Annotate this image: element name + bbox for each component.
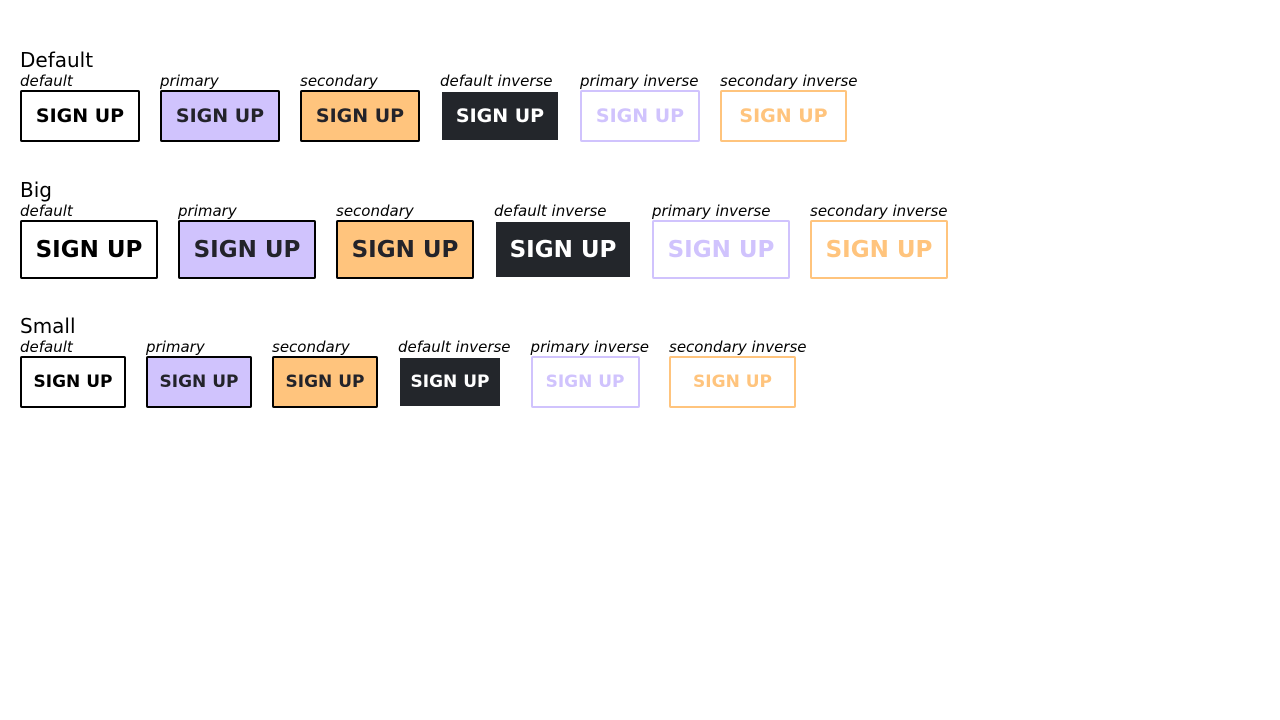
sign-up-button-primary-inverse[interactable]: SIGN UP	[652, 220, 790, 279]
variant-default: default SIGN UP	[20, 202, 158, 279]
variant-label: secondary	[336, 202, 414, 220]
section-small: Small default SIGN UP primary SIGN UP se…	[20, 314, 807, 408]
sign-up-button-default[interactable]: SIGN UP	[20, 90, 140, 142]
variant-secondary: secondary SIGN UP	[272, 338, 378, 408]
sign-up-button-secondary[interactable]: SIGN UP	[272, 356, 378, 408]
variant-primary-inverse: primary inverse SIGN UP	[530, 338, 650, 408]
sign-up-button-primary[interactable]: SIGN UP	[146, 356, 252, 408]
variant-label: default inverse	[398, 338, 511, 356]
variant-label: secondary inverse	[669, 338, 807, 356]
variant-primary: primary SIGN UP	[146, 338, 252, 408]
variant-label: secondary	[272, 338, 350, 356]
variant-secondary-inverse: secondary inverse SIGN UP	[720, 72, 858, 142]
variant-label: default	[20, 338, 73, 356]
variant-label: default	[20, 202, 73, 220]
variant-default-inverse: default inverse SIGN UP	[398, 338, 511, 408]
variant-label: secondary inverse	[810, 202, 948, 220]
variant-label: primary inverse	[580, 72, 699, 90]
variant-label: primary inverse	[530, 338, 650, 356]
variant-primary: primary SIGN UP	[178, 202, 316, 279]
variant-secondary: secondary SIGN UP	[300, 72, 420, 142]
sign-up-button-secondary-inverse[interactable]: SIGN UP	[810, 220, 948, 279]
variant-default-inverse: default inverse SIGN UP	[440, 72, 560, 142]
sign-up-button-primary[interactable]: SIGN UP	[178, 220, 316, 279]
variant-primary: primary SIGN UP	[160, 72, 280, 142]
variant-default: default SIGN UP	[20, 72, 140, 142]
variant-label: primary	[146, 338, 205, 356]
variant-label: primary	[160, 72, 219, 90]
button-variants-row: default SIGN UP primary SIGN UP secondar…	[20, 202, 948, 279]
sign-up-button-secondary-inverse[interactable]: SIGN UP	[669, 356, 797, 408]
variant-label: primary	[178, 202, 237, 220]
button-variants-row: default SIGN UP primary SIGN UP secondar…	[20, 72, 858, 142]
sign-up-button-default-inverse[interactable]: SIGN UP	[494, 220, 632, 279]
button-variants-row: default SIGN UP primary SIGN UP secondar…	[20, 338, 807, 408]
variant-primary-inverse: primary inverse SIGN UP	[652, 202, 790, 279]
sign-up-button-default-inverse[interactable]: SIGN UP	[440, 90, 560, 142]
sign-up-button-primary-inverse[interactable]: SIGN UP	[580, 90, 700, 142]
variant-primary-inverse: primary inverse SIGN UP	[580, 72, 700, 142]
variant-label: default inverse	[440, 72, 553, 90]
variant-secondary: secondary SIGN UP	[336, 202, 474, 279]
sign-up-button-primary[interactable]: SIGN UP	[160, 90, 280, 142]
variant-label: default inverse	[494, 202, 607, 220]
sign-up-button-secondary[interactable]: SIGN UP	[336, 220, 474, 279]
variant-default-inverse: default inverse SIGN UP	[494, 202, 632, 279]
section-title: Big	[20, 178, 52, 202]
sign-up-button-secondary[interactable]: SIGN UP	[300, 90, 420, 142]
variant-label: secondary inverse	[720, 72, 858, 90]
section-title: Default	[20, 48, 94, 72]
sign-up-button-default[interactable]: SIGN UP	[20, 356, 126, 408]
sign-up-button-primary-inverse[interactable]: SIGN UP	[530, 356, 640, 408]
variant-label: secondary	[300, 72, 378, 90]
variant-secondary-inverse: secondary inverse SIGN UP	[669, 338, 807, 408]
section-big: Big default SIGN UP primary SIGN UP seco…	[20, 178, 948, 279]
variant-default: default SIGN UP	[20, 338, 126, 408]
section-default: Default default SIGN UP primary SIGN UP …	[20, 48, 858, 142]
sign-up-button-secondary-inverse[interactable]: SIGN UP	[720, 90, 847, 142]
sign-up-button-default-inverse[interactable]: SIGN UP	[398, 356, 502, 408]
variant-label: default	[20, 72, 73, 90]
section-title: Small	[20, 314, 76, 338]
variant-label: primary inverse	[652, 202, 771, 220]
sign-up-button-default[interactable]: SIGN UP	[20, 220, 158, 279]
variant-secondary-inverse: secondary inverse SIGN UP	[810, 202, 948, 279]
